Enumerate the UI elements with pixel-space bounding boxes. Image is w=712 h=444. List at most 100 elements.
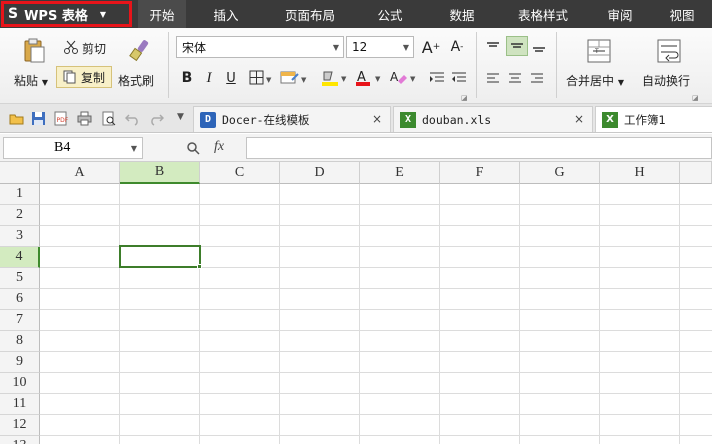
formula-input[interactable] xyxy=(246,137,712,159)
tab-page-layout[interactable]: 页面布局 xyxy=(266,0,354,28)
align-left-icon[interactable] xyxy=(484,69,502,87)
gridline xyxy=(40,330,712,331)
wrap-text-button[interactable]: 自动换行 xyxy=(642,72,690,89)
format-painter-button[interactable]: 格式刷 xyxy=(118,72,154,89)
underline-button[interactable]: U xyxy=(222,69,240,87)
zoom-icon[interactable] xyxy=(186,141,200,155)
dialog-launcher-icon[interactable]: ◪ xyxy=(692,94,699,102)
open-icon[interactable] xyxy=(9,111,24,126)
decrease-indent-icon[interactable] xyxy=(428,69,446,87)
row-header-10[interactable]: 10 xyxy=(0,373,40,394)
group-divider xyxy=(168,32,169,98)
insert-function-button[interactable]: fx xyxy=(214,139,224,155)
font-size-value: 12 xyxy=(352,40,368,54)
select-all-corner[interactable] xyxy=(0,162,40,184)
gridline xyxy=(40,393,712,394)
spreadsheet-file-icon: X xyxy=(602,111,618,128)
gridline xyxy=(599,184,600,444)
column-header-d[interactable]: D xyxy=(280,162,360,184)
align-bottom-icon[interactable] xyxy=(530,38,548,56)
font-family-select[interactable]: 宋体 ▼ xyxy=(176,36,344,58)
decrease-font-icon[interactable]: A- xyxy=(446,36,468,58)
align-middle-icon[interactable] xyxy=(506,36,528,56)
doc-tab-docer[interactable]: D Docer-在线模板 × xyxy=(193,106,391,132)
row-header-1[interactable]: 1 xyxy=(0,184,40,205)
export-pdf-icon[interactable]: PDF xyxy=(53,111,68,126)
copy-button[interactable]: 复制 xyxy=(56,66,112,88)
column-header-g[interactable]: G xyxy=(520,162,600,184)
app-menu-button[interactable]: S WPS 表格 ▼ xyxy=(0,0,138,28)
redo-icon[interactable] xyxy=(149,111,164,126)
tab-data[interactable]: 数据 xyxy=(426,0,498,28)
tab-formulas[interactable]: 公式 xyxy=(354,0,426,28)
merge-center-button[interactable]: 合并居中 ▼ xyxy=(566,72,624,89)
align-center-icon[interactable] xyxy=(506,69,524,87)
doc-tab-workbook1[interactable]: X 工作簿1 xyxy=(595,106,712,132)
increase-indent-icon[interactable] xyxy=(450,69,468,87)
close-icon[interactable]: × xyxy=(574,112,584,126)
column-header-a[interactable]: A xyxy=(40,162,120,184)
wrap-icon[interactable] xyxy=(656,38,682,64)
border-icon[interactable]: ▼ xyxy=(248,69,274,87)
row-header-9[interactable]: 9 xyxy=(0,352,40,373)
row-header-12[interactable]: 12 xyxy=(0,415,40,436)
gridline xyxy=(40,288,712,289)
cut-button[interactable]: 剪切 xyxy=(82,40,106,57)
gridline xyxy=(40,225,712,226)
doc-tab-douban[interactable]: X douban.xls × xyxy=(393,106,593,132)
row-header-2[interactable]: 2 xyxy=(0,205,40,226)
row-header-7[interactable]: 7 xyxy=(0,310,40,331)
column-header-c[interactable]: C xyxy=(200,162,280,184)
row-header-11[interactable]: 11 xyxy=(0,394,40,415)
copy-label: 复制 xyxy=(80,70,105,85)
column-header-b[interactable]: B xyxy=(120,162,200,184)
wps-spreadsheet-window: S WPS 表格 ▼ 开始 插入 页面布局 公式 数据 表格样式 审阅 视图 粘… xyxy=(0,0,712,444)
save-icon[interactable] xyxy=(31,111,46,126)
undo-icon[interactable] xyxy=(125,111,140,126)
tab-view[interactable]: 视图 xyxy=(652,0,712,28)
svg-text:▼: ▼ xyxy=(341,75,347,83)
font-color-icon[interactable]: A ▼ xyxy=(354,69,384,87)
group-divider xyxy=(476,32,477,98)
tab-table-style[interactable]: 表格样式 xyxy=(498,0,588,28)
tab-review[interactable]: 审阅 xyxy=(588,0,652,28)
dialog-launcher-icon[interactable]: ◪ xyxy=(461,94,468,102)
name-box[interactable]: B4 ▼ xyxy=(3,137,143,159)
row-header-13[interactable]: 13 xyxy=(0,436,40,444)
italic-button[interactable]: I xyxy=(200,69,218,87)
print-preview-icon[interactable] xyxy=(101,111,116,126)
row-header-5[interactable]: 5 xyxy=(0,268,40,289)
font-size-select[interactable]: 12 ▼ xyxy=(346,36,414,58)
column-header-h[interactable]: H xyxy=(600,162,680,184)
row-header-3[interactable]: 3 xyxy=(0,226,40,247)
tab-insert[interactable]: 插入 xyxy=(186,0,266,28)
align-right-icon[interactable] xyxy=(528,69,546,87)
customize-toolbar-icon[interactable]: ▼ xyxy=(177,112,184,122)
svg-text:A: A xyxy=(390,70,399,84)
clear-format-icon[interactable]: A ▼ xyxy=(388,69,418,87)
tab-home[interactable]: 开始 xyxy=(138,0,186,28)
close-icon[interactable]: × xyxy=(372,112,382,126)
paste-button[interactable]: 粘贴 ▼ xyxy=(14,72,48,89)
row-header-4[interactable]: 4 xyxy=(0,247,40,268)
active-cell-b4[interactable] xyxy=(119,245,201,268)
row-header-8[interactable]: 8 xyxy=(0,331,40,352)
increase-font-icon[interactable]: A + xyxy=(420,36,442,58)
column-header-e[interactable]: E xyxy=(360,162,440,184)
print-icon[interactable] xyxy=(77,111,92,126)
column-header-overflow[interactable] xyxy=(680,162,712,184)
column-header-f[interactable]: F xyxy=(440,162,520,184)
group-divider xyxy=(556,32,557,98)
align-top-icon[interactable] xyxy=(484,38,502,56)
chevron-down-icon: ▼ xyxy=(332,43,339,52)
gridline xyxy=(199,184,200,444)
format-table-icon[interactable]: ▼ xyxy=(280,69,310,87)
merge-icon[interactable]: T xyxy=(586,38,612,64)
fill-handle[interactable] xyxy=(197,264,202,269)
bold-button[interactable]: B xyxy=(178,69,196,87)
gridline xyxy=(40,372,712,373)
paste-icon[interactable] xyxy=(20,36,48,64)
formula-bar: B4 ▼ fx xyxy=(0,134,712,162)
fill-color-icon[interactable]: ▼ xyxy=(320,69,350,87)
row-header-6[interactable]: 6 xyxy=(0,289,40,310)
